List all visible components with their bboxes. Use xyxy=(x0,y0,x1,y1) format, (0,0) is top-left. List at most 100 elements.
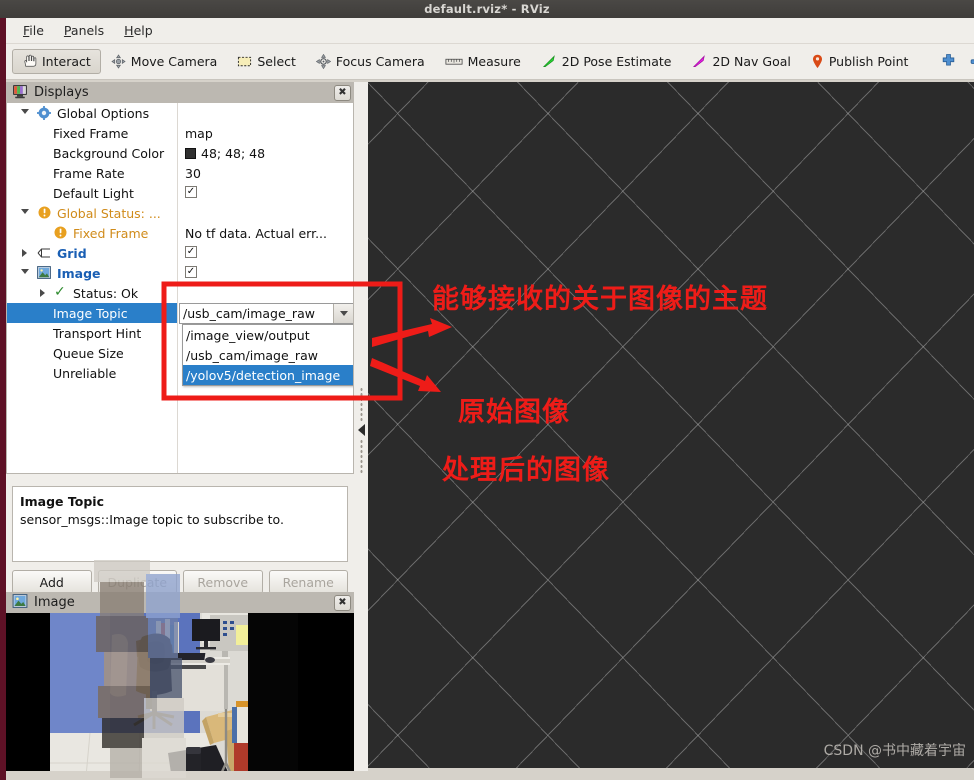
checkbox-checked-icon[interactable]: ✓ xyxy=(185,246,197,258)
add-tool-icon[interactable] xyxy=(934,50,963,73)
select-icon xyxy=(237,54,252,69)
tree-row-label: Frame Rate xyxy=(53,165,125,181)
image-topic-combo-value: /usb_cam/image_raw xyxy=(183,306,315,321)
tool-label: Publish Point xyxy=(828,54,909,69)
tool-2d-pose-estimate[interactable]: 2D Pose Estimate xyxy=(531,49,682,74)
splitter-dots-icon xyxy=(359,387,363,421)
hand-icon xyxy=(22,54,37,69)
tree-row-image-topic[interactable]: Image Topic xyxy=(7,303,177,323)
tree-row-label: Image xyxy=(57,265,101,281)
tool-move-camera[interactable]: Move Camera xyxy=(101,49,228,74)
menu-help[interactable]: Help xyxy=(115,20,162,41)
pose-arrow-icon xyxy=(541,54,557,69)
displays-tree[interactable]: Global Options Fixed Frame map Backgroun… xyxy=(6,103,354,474)
image-topic-dropdown-list[interactable]: /image_view/output /usb_cam/image_raw /y… xyxy=(182,324,353,386)
displays-panel-title: Displays xyxy=(34,85,89,100)
tree-row-grid[interactable]: Grid ✓ xyxy=(7,243,353,263)
duplicate-button[interactable]: Duplicate xyxy=(97,570,177,594)
displays-icon xyxy=(12,84,28,102)
description-title: Image Topic xyxy=(20,494,104,509)
image-topic-combo[interactable]: /usb_cam/image_raw xyxy=(179,303,353,324)
dropdown-option[interactable]: /image_view/output xyxy=(183,325,353,345)
image-checkbox[interactable]: ✓ xyxy=(185,266,197,278)
description-text: sensor_msgs::Image topic to subscribe to… xyxy=(20,512,284,528)
dropdown-option[interactable]: /usb_cam/image_raw xyxy=(183,345,353,365)
letterbox-right xyxy=(298,613,354,780)
focus-camera-icon xyxy=(315,54,331,69)
tool-measure[interactable]: Measure xyxy=(435,49,531,74)
tool-label: Measure xyxy=(467,54,521,69)
tree-row-image[interactable]: Image ✓ xyxy=(7,263,353,283)
warning-icon xyxy=(54,226,67,242)
chevron-down-icon[interactable] xyxy=(333,304,353,323)
move-camera-icon xyxy=(111,54,126,69)
image-view[interactable] xyxy=(6,613,354,780)
tool-select[interactable]: Select xyxy=(227,49,306,74)
tool-2d-nav-goal[interactable]: 2D Nav Goal xyxy=(681,49,800,74)
menubar: FFileile Panels Help xyxy=(0,18,974,44)
checkbox-checked-icon[interactable]: ✓ xyxy=(185,186,197,198)
add-button[interactable]: Add xyxy=(12,570,92,594)
tree-row-label: Image Topic xyxy=(53,305,128,321)
annotation-raw-image: 原始图像 xyxy=(458,397,570,428)
tool-interact[interactable]: Interact xyxy=(12,49,101,74)
image-panel-titlebar: Image ✖ xyxy=(6,592,354,613)
tree-row-fixed-frame[interactable]: Fixed Frame map xyxy=(7,123,353,143)
tree-row-status-fixed-frame[interactable]: Fixed Frame No tf data. Actual err... xyxy=(7,223,353,243)
rename-button[interactable]: Rename xyxy=(268,570,348,594)
close-icon[interactable]: ✖ xyxy=(334,84,351,101)
window-titlebar: default.rviz* - RViz xyxy=(0,0,974,18)
displays-panel-titlebar: Displays ✖ xyxy=(6,82,354,103)
checkbox-checked-icon[interactable]: ✓ xyxy=(185,266,197,278)
window-bottom-edge xyxy=(0,771,974,780)
tree-row-global-status[interactable]: Global Status: ... xyxy=(7,203,353,223)
remove-tool-icon[interactable] xyxy=(963,53,974,70)
panel-splitter[interactable] xyxy=(354,82,368,778)
tree-row-global-options[interactable]: Global Options xyxy=(7,103,353,123)
tree-row-label: Queue Size xyxy=(53,345,124,361)
nav-goal-arrow-icon xyxy=(691,54,707,69)
tool-focus-camera[interactable]: Focus Camera xyxy=(306,49,435,74)
expander-down-icon[interactable] xyxy=(21,269,29,274)
tool-label: Focus Camera xyxy=(335,54,425,69)
menu-file[interactable]: FFileile xyxy=(14,20,53,41)
tree-row-value-color[interactable]: 48; 48; 48 xyxy=(185,146,265,161)
expander-right-icon[interactable] xyxy=(22,249,27,257)
tree-row-label: Default Light xyxy=(53,185,134,201)
grid-checkbox[interactable]: ✓ xyxy=(185,246,197,258)
expander-right-icon[interactable] xyxy=(40,289,45,297)
tree-row-value[interactable]: 30 xyxy=(185,166,201,181)
menu-panels[interactable]: Panels xyxy=(55,20,113,41)
default-light-checkbox[interactable]: ✓ xyxy=(185,186,197,198)
warning-icon xyxy=(38,206,51,222)
tool-publish-point[interactable]: Publish Point xyxy=(801,49,919,74)
tree-row-label: Unreliable xyxy=(53,365,117,381)
displays-dock: Displays ✖ Global Options Fixed Frame ma… xyxy=(6,82,354,780)
displays-button-row: Add Duplicate Remove Rename xyxy=(12,570,348,594)
remove-button[interactable]: Remove xyxy=(183,570,263,594)
color-swatch xyxy=(185,147,196,159)
grid-icon xyxy=(37,247,51,262)
image-icon xyxy=(37,266,51,282)
tree-row-label: Fixed Frame xyxy=(73,225,149,241)
tree-row-label: Grid xyxy=(57,245,87,261)
tree-row-value[interactable]: map xyxy=(185,126,213,141)
tree-row-label: Fixed Frame xyxy=(53,125,129,141)
check-icon: ✓ xyxy=(54,284,66,300)
close-icon[interactable]: ✖ xyxy=(334,594,351,611)
expander-down-icon[interactable] xyxy=(21,209,29,214)
map-pin-icon xyxy=(811,54,824,69)
render-viewport-3d[interactable]: 能够接收的关于图像的主题 原始图像 处理后的图像 CSDN @书中藏着宇宙 xyxy=(368,82,974,768)
csdn-watermark: CSDN @书中藏着宇宙 xyxy=(823,743,966,759)
tree-row-default-light[interactable]: Default Light ✓ xyxy=(7,183,353,203)
tree-row-frame-rate[interactable]: Frame Rate 30 xyxy=(7,163,353,183)
dropdown-option-selected[interactable]: /yolov5/detection_image xyxy=(183,365,353,385)
letterbox-left xyxy=(6,613,50,780)
tree-row-status-ok[interactable]: ✓ Status: Ok xyxy=(7,283,353,303)
collapse-handle[interactable] xyxy=(357,387,365,473)
chevron-left-icon[interactable] xyxy=(357,424,365,436)
tree-row-background-color[interactable]: Background Color 48; 48; 48 xyxy=(7,143,353,163)
image-panel-title: Image xyxy=(34,595,75,610)
image-dock: Image ✖ xyxy=(6,592,354,780)
expander-down-icon[interactable] xyxy=(21,109,29,114)
